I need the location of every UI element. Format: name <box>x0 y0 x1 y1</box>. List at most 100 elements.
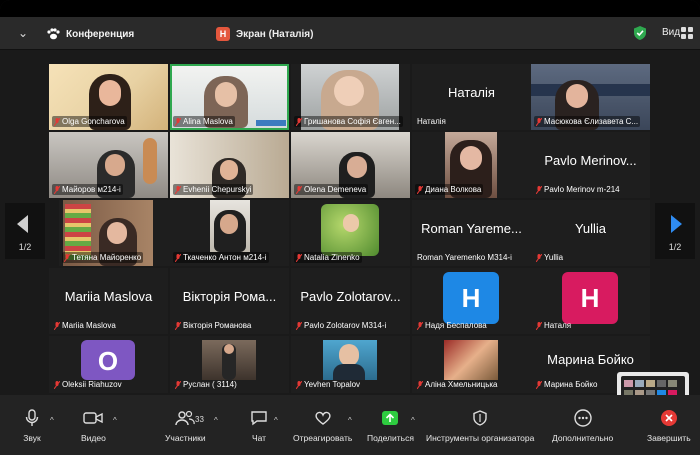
participant-name-label: Майоров м214-і <box>52 184 123 195</box>
video-tile-no-video[interactable]: Pavlo Zolotarov... Pavlo Zolotarov М314-… <box>291 268 410 334</box>
participant-big-name: Mariia Maslova <box>49 289 168 304</box>
video-tile[interactable]: Olga Goncharova <box>49 64 168 130</box>
mic-muted-icon <box>54 381 60 389</box>
participant-face <box>224 344 234 354</box>
arrow-right-icon <box>671 215 682 233</box>
participant-face <box>566 84 588 108</box>
tab-meeting-label: Конференция <box>66 29 134 40</box>
mic-muted-icon <box>536 322 542 330</box>
screen-share-icon: Н <box>216 27 230 41</box>
participant-name-label: Oleksii Riahuzov <box>52 379 124 390</box>
share-screen-icon <box>379 409 401 427</box>
more-button[interactable]: Дополнительно <box>552 409 613 443</box>
mic-muted-icon <box>536 118 542 126</box>
react-options-caret[interactable]: ^ <box>348 416 352 425</box>
react-button[interactable]: Отреагировать <box>293 409 352 443</box>
chat-options-caret[interactable]: ^ <box>274 416 278 425</box>
participant-name-label: Гришанова Софія Євген... <box>294 116 403 127</box>
video-tile-no-video[interactable]: Вікторія Рома... Вікторія Романова <box>170 268 289 334</box>
video-tile-avatar[interactable]: O Oleksii Riahuzov <box>49 336 168 393</box>
participants-options-caret[interactable]: ^ <box>214 416 218 425</box>
participant-name: Olga Goncharova <box>62 117 125 126</box>
arrow-left-icon <box>17 215 28 233</box>
host-tools-button[interactable]: Инструменты организатора <box>426 409 534 443</box>
participant-name: Тетяна Майоренко <box>72 253 141 262</box>
participant-face <box>460 146 482 170</box>
heart-icon <box>312 409 334 427</box>
participants-icon <box>174 409 196 427</box>
video-tile[interactable]: Yevhen Topalov <box>291 336 410 393</box>
mic-muted-icon <box>54 118 60 126</box>
chat-button[interactable]: Чат <box>248 409 270 443</box>
video-tile-no-video[interactable]: Roman Yareme... Roman Yaremenko М314-і <box>412 200 531 266</box>
participant-name-label: Наталя <box>534 320 573 331</box>
shield-check-icon[interactable] <box>633 25 647 41</box>
thumb-cell <box>635 380 644 387</box>
video-label: Видео <box>81 433 106 443</box>
video-tile[interactable]: Аліна Хмельницька <box>412 336 531 393</box>
thumb-cell <box>657 380 666 387</box>
participant-name: Pavlo Merinov m-214 <box>544 185 620 194</box>
end-meeting-button[interactable]: Завершить <box>647 409 691 443</box>
previous-page-button[interactable]: 1/2 <box>5 203 45 259</box>
participant-name-label: Pavlo Zolotarov М314-і <box>294 320 388 331</box>
tab-screen-label: Экран (Наталія) <box>236 29 313 40</box>
participant-face <box>347 156 367 178</box>
participant-big-name: Наталія <box>412 85 531 100</box>
participant-name: Roman Yaremenko М314-і <box>417 253 512 262</box>
participant-name-label: Руслан ( 3114) <box>173 379 239 390</box>
participant-name: Диана Волкова <box>425 185 481 194</box>
page-indicator: 1/2 <box>5 242 45 252</box>
participant-name-label: Наталія <box>415 116 448 127</box>
video-tile[interactable]: Диана Волкова <box>412 132 531 198</box>
participant-big-name: Yullia <box>531 221 650 236</box>
mic-muted-icon <box>175 254 181 262</box>
next-page-button[interactable]: 1/2 <box>655 203 695 259</box>
video-tile[interactable]: Natalia Zinenko <box>291 200 410 266</box>
participant-big-name: Roman Yareme... <box>412 221 531 236</box>
video-tile[interactable]: Тетяна Майоренко <box>59 200 178 266</box>
share-options-caret[interactable]: ^ <box>411 416 415 425</box>
video-tile[interactable]: Майоров м214-і <box>49 132 168 198</box>
participant-name-label: Pavlo Merinov m-214 <box>534 184 622 195</box>
chat-label: Чат <box>252 433 266 443</box>
participant-name: Вікторія Романова <box>183 321 251 330</box>
participant-name-label: Mariia Maslova <box>52 320 118 331</box>
video-tile[interactable]: Ткаченко Антон м214-і <box>170 200 289 266</box>
close-icon <box>658 409 680 427</box>
participant-name-label: Yevhen Topalov <box>294 379 362 390</box>
video-tile-no-video[interactable]: Pavlo Merinov... Pavlo Merinov m-214 <box>531 132 650 198</box>
mic-muted-icon <box>54 322 60 330</box>
participants-label: Участники <box>165 433 206 443</box>
meeting-controls-toolbar: Звук ^ Видео ^ Участники 33 ^ Чат ^ Отре… <box>0 395 700 455</box>
tab-screen-share[interactable]: Н Экран (Наталія) <box>216 24 313 44</box>
video-tile[interactable]: Гришанова Софія Євген... <box>291 64 410 130</box>
video-options-caret[interactable]: ^ <box>113 416 117 425</box>
video-tile-no-video[interactable]: Наталія Наталія <box>412 64 531 130</box>
video-tile-avatar[interactable]: Н Наталя <box>531 268 650 334</box>
tab-meeting[interactable]: Конференция <box>46 24 134 44</box>
video-tile[interactable]: Руслан ( 3114) <box>170 336 289 393</box>
video-tile[interactable]: Масюкова Єлизавета С... <box>531 64 650 130</box>
audio-options-caret[interactable]: ^ <box>50 416 54 425</box>
view-button-label[interactable]: Вид <box>662 27 680 38</box>
chevron-down-icon[interactable]: ⌄ <box>16 26 30 40</box>
participant-avatar: O <box>81 340 135 380</box>
participant-name: Yullia <box>544 253 563 262</box>
video-button[interactable]: Видео <box>81 409 106 443</box>
grid-view-icon[interactable] <box>681 27 693 39</box>
video-tile-active-speaker[interactable]: Alina Maslova <box>170 64 289 130</box>
video-tile-avatar[interactable]: Н Надя Беспалова <box>412 268 531 334</box>
audio-button[interactable]: Звук <box>21 409 43 443</box>
participant-name-label: Ткаченко Антон м214-і <box>173 252 269 263</box>
thumb-cell <box>624 380 633 387</box>
participant-name: Гришанова Софія Євген... <box>304 117 401 126</box>
share-button[interactable]: Поделиться <box>367 409 414 443</box>
video-tile[interactable]: Evhenii Chepurskyi <box>170 132 289 198</box>
video-tile[interactable]: Olena Demeneva <box>291 132 410 198</box>
participant-big-name: Марина Бойко <box>531 352 650 367</box>
participant-avatar: Н <box>562 272 618 324</box>
video-tile-no-video[interactable]: Yullia Yullia <box>531 200 650 266</box>
video-tile-no-video[interactable]: Mariia Maslova Mariia Maslova <box>49 268 168 334</box>
shield-icon <box>469 409 491 427</box>
